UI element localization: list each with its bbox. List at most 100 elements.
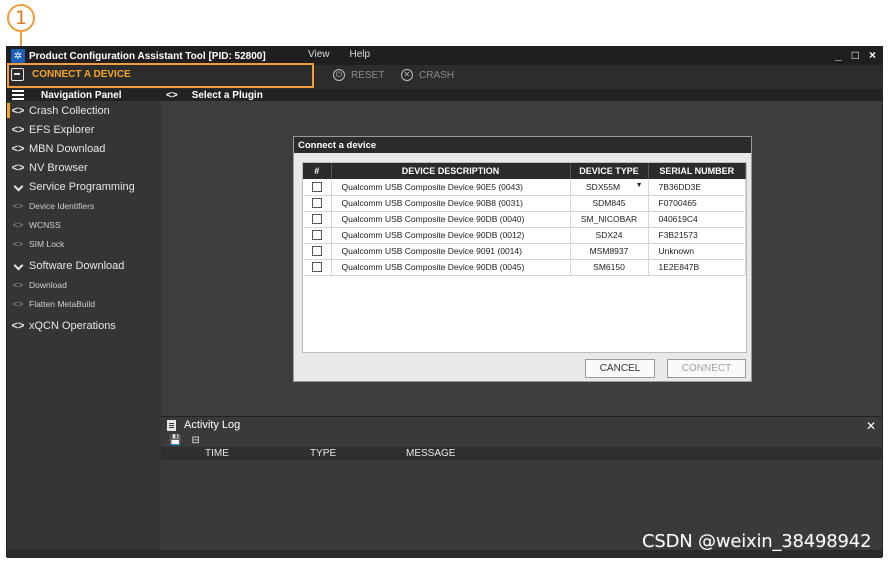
- table-row[interactable]: Qualcomm USB Composite Device 90DB (0045…: [303, 259, 746, 276]
- highlight-box: [7, 63, 314, 88]
- close-button[interactable]: ×: [869, 48, 876, 62]
- serial-number: 7B36DD3E: [648, 179, 746, 196]
- serial-number: Unknown: [648, 243, 746, 260]
- row-checkbox[interactable]: [311, 198, 322, 209]
- nav-item-sim-lock[interactable]: <> SIM Lock: [7, 234, 161, 253]
- column-header: SERIAL NUMBER: [648, 163, 746, 179]
- device-description: Qualcomm USB Composite Device 9091 (0014…: [331, 243, 571, 260]
- column-header: MESSAGE: [406, 448, 456, 459]
- code-brackets-icon: <>: [166, 89, 178, 101]
- window-controls: _ □ ×: [835, 48, 876, 62]
- activity-log-toolbar: 💾 ⊟: [161, 433, 882, 447]
- activity-log-columns: TIME TYPE MESSAGE: [161, 447, 882, 460]
- nav-item-label: NV Browser: [29, 161, 88, 174]
- device-description: Qualcomm USB Composite Device 90DB (0045…: [331, 259, 571, 276]
- table-row[interactable]: Qualcomm USB Composite Device 90DB (0040…: [303, 211, 746, 228]
- screenshot-root: 1 ✲ Product Configuration Assistant Tool…: [0, 0, 890, 562]
- nav-item-label: WCNSS: [29, 219, 61, 230]
- nav-item-wcnss[interactable]: <> WCNSS: [7, 215, 161, 234]
- code-brackets-icon: <>: [11, 104, 25, 117]
- cancel-button[interactable]: CANCEL: [585, 359, 655, 378]
- menu-view[interactable]: View: [308, 49, 330, 60]
- nav-item-flatten-metabuild[interactable]: <> Flatten MetaBuild: [7, 294, 161, 313]
- column-header: TIME: [205, 448, 229, 459]
- code-brackets-icon: <>: [11, 142, 25, 155]
- table-row[interactable]: Qualcomm USB Composite Device 90E5 (0043…: [303, 179, 746, 196]
- device-description: Qualcomm USB Composite Device 90DB (0040…: [331, 211, 571, 228]
- reset-label: RESET: [351, 69, 385, 81]
- connect-device-dialog: Connect a device # DEVICE DESCRIPTION DE…: [293, 136, 752, 382]
- row-checkbox[interactable]: [311, 262, 322, 273]
- navigation-panel: Navigation Panel <> Crash Collection <> EF…: [7, 89, 161, 558]
- serial-number: 1E2E847B: [648, 259, 746, 276]
- nav-item-efs-explorer[interactable]: <> EFS Explorer: [7, 120, 161, 139]
- crash-button[interactable]: ✕ CRASH: [401, 69, 454, 81]
- column-header: TYPE: [310, 448, 337, 459]
- save-icon[interactable]: 💾: [169, 435, 181, 446]
- device-table: # DEVICE DESCRIPTION DEVICE TYPE SERIAL …: [303, 163, 746, 276]
- nav-item-label: Flatten MetaBuild: [29, 298, 96, 309]
- column-header: DEVICE TYPE: [570, 163, 649, 179]
- nav-item-device-identifiers[interactable]: <> Device Identifiers: [7, 196, 161, 215]
- menu-help[interactable]: Help: [350, 49, 371, 60]
- code-brackets-icon: <>: [11, 319, 25, 332]
- nav-item-label: SIM Lock: [29, 238, 65, 249]
- nav-item-mbn-download[interactable]: <> MBN Download: [7, 139, 161, 158]
- device-table-container: # DEVICE DESCRIPTION DEVICE TYPE SERIAL …: [302, 162, 747, 353]
- column-header: DEVICE DESCRIPTION: [331, 163, 571, 179]
- reset-button[interactable]: ⏻ RESET: [333, 69, 384, 81]
- device-description: Qualcomm USB Composite Device 90DB (0012…: [331, 227, 571, 244]
- nav-item-label: Device Identifiers: [29, 200, 95, 211]
- device-type-select[interactable]: SDX55M ▼: [570, 179, 649, 196]
- row-checkbox[interactable]: [311, 182, 322, 193]
- device-type: SM_NICOBAR: [570, 211, 649, 228]
- activity-log-title: Activity Log: [184, 419, 241, 431]
- power-icon: ⏻: [333, 69, 345, 81]
- dialog-title: Connect a device: [294, 137, 751, 153]
- nav-item-label: EFS Explorer: [29, 123, 95, 136]
- row-checkbox[interactable]: [311, 246, 322, 257]
- document-icon: [167, 419, 176, 431]
- device-description: Qualcomm USB Composite Device 90E5 (0043…: [331, 179, 571, 196]
- plugin-area: <> Select a Plugin Connect a device # DE…: [161, 89, 882, 416]
- plugin-header: <> Select a Plugin: [161, 89, 882, 101]
- row-checkbox[interactable]: [311, 230, 322, 241]
- table-row[interactable]: Qualcomm USB Composite Device 90DB (0012…: [303, 227, 746, 244]
- close-icon[interactable]: ✕: [866, 419, 876, 433]
- column-header: #: [303, 163, 332, 179]
- serial-number: F0700465: [648, 195, 746, 212]
- nav-item-crash-collection[interactable]: <> Crash Collection: [7, 101, 161, 120]
- menu-bar: View Help: [308, 49, 370, 60]
- nav-item-label: Software Download: [29, 259, 125, 272]
- window-title: Product Configuration Assistant Tool [PI…: [29, 50, 266, 62]
- activity-log-panel: Activity Log ✕ 💾 ⊟ TIME TYPE MESSAGE: [161, 416, 882, 550]
- code-brackets-icon: <>: [12, 298, 24, 309]
- activity-log-header: Activity Log ✕: [161, 417, 882, 433]
- connect-button[interactable]: CONNECT: [667, 359, 746, 378]
- chevron-down-icon: [7, 260, 29, 272]
- device-type: MSM8937: [570, 243, 649, 260]
- code-brackets-icon: <>: [12, 279, 24, 290]
- serial-number: F3B21573: [648, 227, 746, 244]
- hamburger-icon[interactable]: [12, 90, 24, 100]
- app-window: ✲ Product Configuration Assistant Tool […: [6, 46, 883, 558]
- nav-group-software-download[interactable]: Software Download: [7, 256, 161, 275]
- clear-log-icon[interactable]: ⊟: [191, 435, 199, 446]
- minimize-button[interactable]: _: [835, 48, 842, 62]
- code-brackets-icon: <>: [11, 123, 25, 136]
- chevron-down-icon: [7, 181, 29, 193]
- nav-group-service-programming[interactable]: Service Programming: [7, 177, 161, 196]
- nav-item-nv-browser[interactable]: <> NV Browser: [7, 158, 161, 177]
- dropdown-arrow-icon[interactable]: ▼: [636, 182, 643, 189]
- table-row[interactable]: Qualcomm USB Composite Device 90B8 (0031…: [303, 195, 746, 212]
- table-row[interactable]: Qualcomm USB Composite Device 9091 (0014…: [303, 243, 746, 260]
- table-header-row: # DEVICE DESCRIPTION DEVICE TYPE SERIAL …: [303, 163, 746, 179]
- nav-item-xqcn-operations[interactable]: <> xQCN Operations: [7, 316, 161, 335]
- nav-item-download[interactable]: <> Download: [7, 275, 161, 294]
- callout-number: 1: [14, 7, 28, 29]
- maximize-button[interactable]: □: [852, 48, 859, 62]
- row-checkbox[interactable]: [311, 214, 322, 225]
- code-brackets-icon: <>: [12, 238, 24, 249]
- callout-marker: 1: [7, 4, 35, 32]
- plugin-header-title: Select a Plugin: [191, 89, 263, 101]
